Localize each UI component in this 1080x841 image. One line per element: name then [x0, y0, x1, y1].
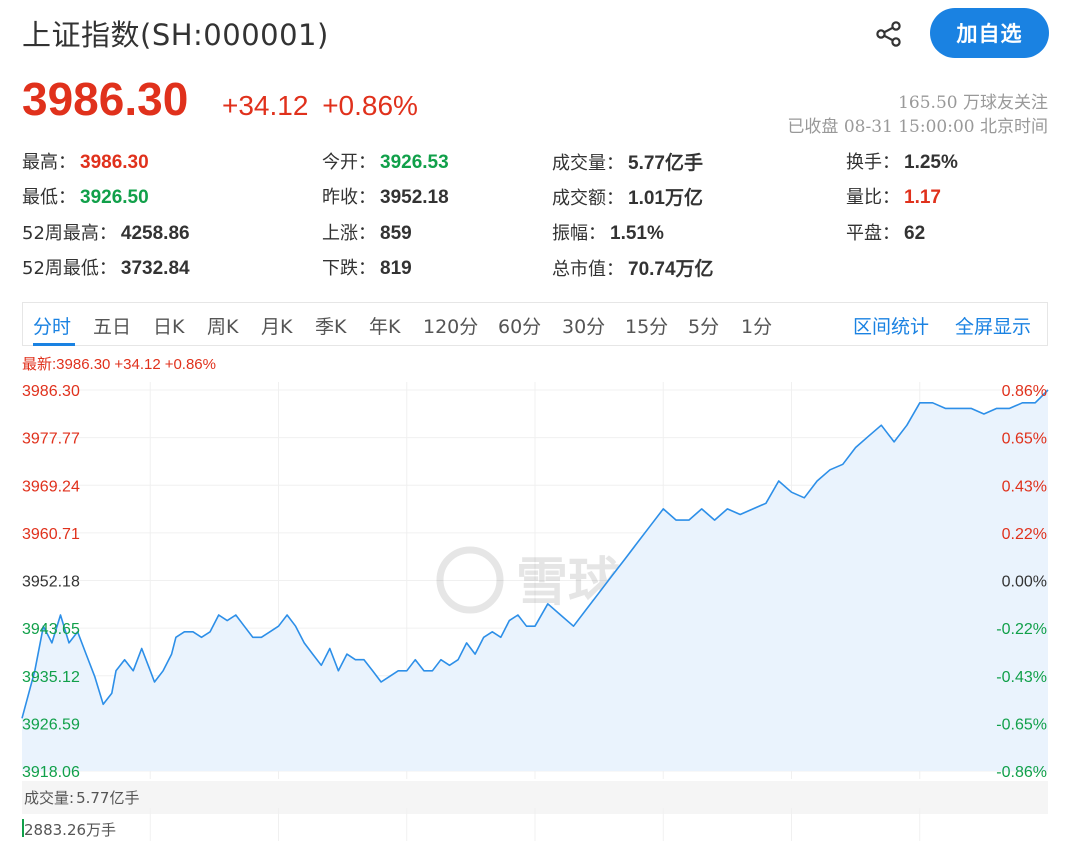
tab-10[interactable]: 15分: [625, 312, 668, 339]
tab-11[interactable]: 5分: [688, 312, 719, 339]
stat-label: 最低：: [22, 187, 76, 208]
stat-value: 819: [380, 258, 412, 279]
share-icon[interactable]: [874, 20, 904, 48]
stat-label: 52周最高：: [22, 223, 117, 244]
y-tick-label-right: -0.43%: [996, 669, 1047, 686]
stat-label: 换手：: [846, 152, 900, 173]
tab-7[interactable]: 120分: [423, 312, 478, 339]
volume-title: 成交量:: [24, 789, 75, 807]
y-tick-label-left: 3952.18: [22, 574, 80, 591]
y-tick-label-right: 0.86%: [1002, 383, 1047, 400]
active-tab-indicator: [33, 343, 75, 346]
stat-item: 换手： 1.25%: [846, 148, 958, 174]
y-tick-label-left: 3986.30: [22, 383, 80, 400]
stat-item: 量比： 1.17: [846, 183, 941, 209]
stat-label: 平盘：: [846, 223, 900, 244]
stat-item: 52周最低： 3732.84: [22, 254, 190, 280]
current-price: 3986.30: [22, 73, 189, 125]
stat-item: 今开： 3926.53: [322, 148, 449, 174]
tab-0[interactable]: 分时: [33, 312, 71, 339]
volume-value: 5.77亿手: [76, 789, 140, 807]
tab-9[interactable]: 30分: [562, 312, 605, 339]
tab-4[interactable]: 月K: [261, 312, 292, 339]
y-tick-label-left: 3926.59: [22, 716, 80, 733]
volume-label: 成交量: 5.77亿手: [22, 787, 139, 808]
stat-label: 成交量：: [552, 153, 624, 174]
stat-value: 1.51%: [610, 223, 664, 244]
stat-item: 总市值： 70.74万亿: [552, 254, 714, 281]
range-stats-link[interactable]: 区间统计: [853, 312, 929, 339]
y-tick-label-right: 0.00%: [1002, 574, 1047, 591]
stat-label: 52周最低：: [22, 258, 117, 279]
stat-value: 3952.18: [380, 187, 449, 208]
change-percent: +0.86%: [322, 90, 418, 121]
stat-value: 4258.86: [120, 223, 190, 244]
y-tick-label-right: -0.86%: [996, 764, 1047, 781]
y-tick-label-left: 3969.24: [22, 478, 80, 495]
y-tick-label-right: -0.22%: [996, 621, 1047, 638]
stat-value: 3926.53: [380, 152, 449, 173]
stat-label: 下跌：: [322, 258, 376, 279]
tab-8[interactable]: 60分: [498, 312, 541, 339]
stat-value: 3732.84: [120, 258, 190, 279]
stat-label: 最高：: [22, 152, 76, 173]
stat-value: 1.01万亿: [628, 188, 703, 209]
y-tick-label-left: 3960.71: [22, 526, 80, 543]
y-tick-label-left: 3935.12: [22, 669, 80, 686]
stat-item: 最高： 3986.30: [22, 148, 149, 174]
stat-value: 1.25%: [904, 152, 958, 173]
tab-2[interactable]: 日K: [153, 312, 184, 339]
stat-item: 下跌： 819: [322, 254, 412, 280]
stat-value: 70.74万亿: [628, 259, 714, 280]
stat-value: 5.77亿手: [628, 153, 703, 174]
stat-item: 成交额： 1.01万亿: [552, 183, 703, 210]
stat-label: 总市值：: [552, 259, 624, 280]
follower-count: 165.50 万球友关注: [898, 93, 1048, 113]
y-tick-label-right: 0.22%: [1002, 526, 1047, 543]
y-tick-label-left: 3943.65: [22, 621, 80, 638]
stat-item: 成交量： 5.77亿手: [552, 148, 703, 175]
tab-12[interactable]: 1分: [741, 312, 772, 339]
stat-value: 859: [380, 223, 412, 244]
stat-item: 振幅： 1.51%: [552, 219, 664, 245]
chart-period-tabs: 分时 五日 日K 周K 月K 季K 年K 120分 60分 30分 15分 5分 1分 区间统计 全屏显…: [22, 302, 1048, 346]
stat-item: 52周最高： 4258.86: [22, 219, 190, 245]
tab-6[interactable]: 年K: [369, 312, 400, 339]
y-tick-label-left: 3918.06: [22, 764, 80, 781]
y-tick-label-right: -0.65%: [996, 716, 1047, 733]
stat-value: 62: [904, 223, 926, 244]
stat-item: 最低： 3926.50: [22, 183, 149, 209]
volume-max: 2883.26万手: [24, 821, 117, 839]
tab-5[interactable]: 季K: [315, 312, 346, 339]
y-tick-label-left: 3977.77: [22, 431, 80, 448]
y-tick-label-right: 0.65%: [1002, 431, 1047, 448]
stat-label: 成交额：: [552, 188, 624, 209]
stat-label: 振幅：: [552, 223, 606, 244]
stat-label: 今开：: [322, 152, 376, 173]
stat-value: 1.17: [904, 187, 941, 208]
tab-1[interactable]: 五日: [93, 312, 131, 339]
stat-value: 3986.30: [80, 152, 149, 173]
stat-item: 昨收： 3952.18: [322, 183, 449, 209]
stat-value: 3926.50: [80, 187, 149, 208]
tab-3[interactable]: 周K: [207, 312, 238, 339]
market-status: 已收盘 08-31 15:00:00 北京时间: [787, 117, 1048, 137]
fullscreen-link[interactable]: 全屏显示: [955, 312, 1031, 339]
stat-item: 平盘： 62: [846, 219, 925, 245]
change-value: +34.12: [222, 90, 309, 121]
price-change: +34.12 +0.86%: [222, 90, 424, 122]
page-title: 上证指数(SH:000001): [22, 18, 329, 52]
add-to-watchlist-button[interactable]: 加自选: [930, 8, 1049, 58]
stat-item: 上涨： 859: [322, 219, 412, 245]
y-tick-label-right: 0.43%: [1002, 478, 1047, 495]
intraday-chart[interactable]: 雪球3986.30 0.86%3977.77 0.65%3969.24 0.43%39…: [0, 370, 1080, 841]
stat-label: 上涨：: [322, 223, 376, 244]
stat-label: 量比：: [846, 187, 900, 208]
stat-label: 昨收：: [322, 187, 376, 208]
